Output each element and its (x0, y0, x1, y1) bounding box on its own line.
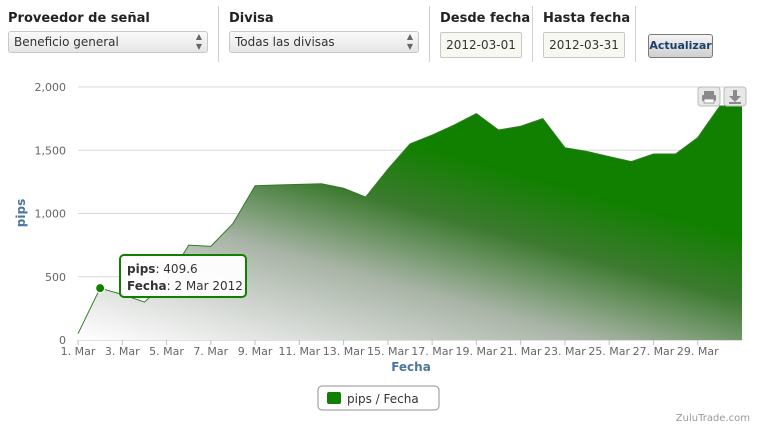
chart: 05001,0001,5002,000 1. Mar 3. Mar 5. Mar 7.… (14, 81, 747, 411)
tooltip-series-label: pips (127, 262, 155, 276)
y-tick-label: 1,500 (35, 144, 67, 157)
x-tick-label: 3. Mar (105, 345, 140, 358)
y-axis-labels: 05001,0001,5002,000 (35, 81, 67, 347)
divider (218, 6, 219, 62)
x-axis: 1. Mar 3. Mar 5. Mar 7. Mar 9. Mar 11. Mar 13.… (61, 340, 719, 358)
x-tick-label: 9. Mar (238, 345, 273, 358)
currency-label: Divisa (229, 11, 274, 26)
tooltip-date-label: Fecha (127, 279, 167, 293)
watermark: ZuluTrade.com (675, 413, 750, 424)
to-date-input[interactable]: 2012-03-31 (543, 32, 625, 58)
x-tick-label: 19. Mar (456, 345, 498, 358)
tooltip-date: 2 Mar 2012 (174, 279, 242, 293)
y-tick-label: 1,000 (35, 208, 67, 221)
x-tick-label: 17. Mar (411, 345, 453, 358)
x-tick-label: 29. Mar (677, 345, 719, 358)
x-tick-label: 21. Mar (500, 345, 542, 358)
select-arrows-icon: ▲ ▼ (406, 32, 413, 51)
x-tick-label: 5. Mar (149, 345, 184, 358)
print-button[interactable] (697, 86, 721, 107)
provider-label: Proveedor de señal (8, 11, 150, 26)
divider (532, 6, 533, 62)
print-icon (702, 91, 716, 104)
legend-item-pips: pips / Fecha (347, 392, 419, 406)
to-date-label: Hasta fecha (543, 11, 631, 26)
filter-bar: Proveedor de señal Beneficio general ▲ ▼ … (0, 0, 762, 62)
legend[interactable]: pips / Fecha (317, 385, 440, 411)
x-tick-label: 23. Mar (544, 345, 586, 358)
tooltip-value: 409.6 (163, 262, 197, 276)
series-area-pips (78, 106, 742, 340)
x-tick-label: 1. Mar (61, 345, 96, 358)
x-tick-label: 15. Mar (367, 345, 409, 358)
tooltip-line-value: pips: 409.6 (127, 262, 198, 276)
divider (635, 6, 636, 62)
y-tick-label: 500 (45, 271, 66, 284)
provider-select[interactable]: Beneficio general ▲ ▼ (8, 31, 208, 53)
provider-select-value: Beneficio general (14, 35, 119, 49)
y-axis-title: pips (14, 199, 28, 227)
x-tick-label: 13. Mar (323, 345, 365, 358)
currency-select[interactable]: Todas las divisas ▲ ▼ (229, 31, 419, 53)
select-arrows-icon: ▲ ▼ (195, 32, 202, 51)
download-button[interactable] (723, 86, 747, 107)
divider (429, 6, 430, 62)
data-point-highlight[interactable] (95, 283, 106, 294)
y-tick-label: 2,000 (35, 81, 67, 94)
x-axis-title: Fecha (391, 360, 431, 374)
legend-swatch (327, 392, 341, 404)
currency-select-value: Todas las divisas (235, 35, 335, 49)
from-date-input[interactable]: 2012-03-01 (440, 32, 522, 58)
tooltip: pips: 409.6 Fecha: 2 Mar 2012 (119, 254, 247, 298)
x-tick-label: 27. Mar (633, 345, 675, 358)
update-button[interactable]: Actualizar (648, 34, 713, 58)
x-tick-label: 11. Mar (278, 345, 320, 358)
x-tick-label: 7. Mar (193, 345, 228, 358)
from-date-label: Desde fecha (440, 11, 531, 26)
x-tick-label: 25. Mar (588, 345, 630, 358)
tooltip-line-date: Fecha: 2 Mar 2012 (127, 279, 243, 293)
